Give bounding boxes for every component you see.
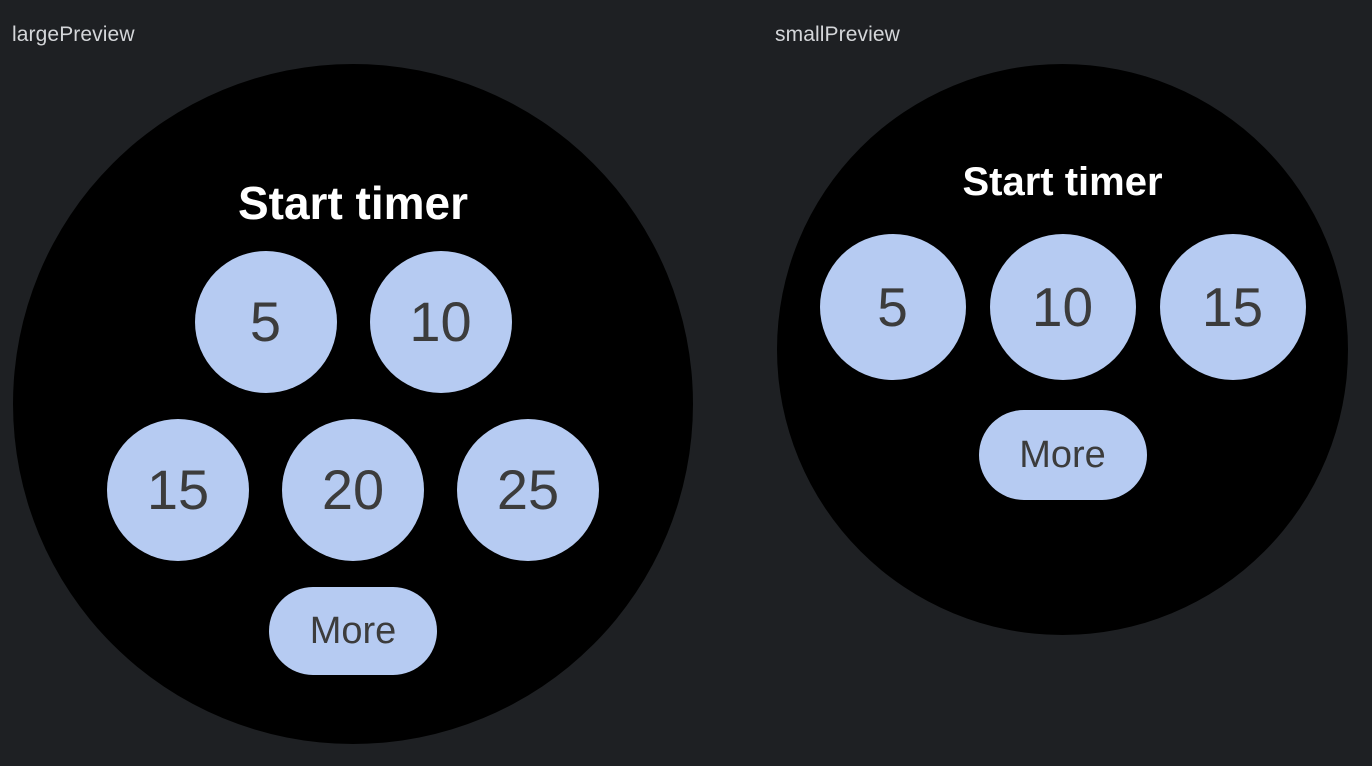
small-timer-button-10[interactable]: 10 xyxy=(989,234,1136,380)
large-timer-button-20[interactable]: 20 xyxy=(282,419,424,561)
small-preview-title: Start timer xyxy=(962,160,1163,204)
large-preview-more-row: More xyxy=(269,587,437,675)
small-timer-button-15[interactable]: 15 xyxy=(1159,234,1306,380)
small-preview-more-row: More xyxy=(978,410,1147,500)
small-preview-label: smallPreview xyxy=(775,23,900,46)
large-preview-title: Start timer xyxy=(237,177,469,229)
small-more-button[interactable]: More xyxy=(978,410,1147,500)
large-preview-button-row-1: 5 10 xyxy=(194,251,512,393)
small-preview-watch-face: Start timer 5 10 15 More xyxy=(777,64,1348,635)
small-timer-button-5[interactable]: 5 xyxy=(819,234,966,380)
large-preview-label: largePreview xyxy=(12,23,135,46)
large-timer-button-15[interactable]: 15 xyxy=(107,419,249,561)
small-preview-button-grid: 5 10 15 More xyxy=(777,234,1348,500)
large-preview-watch-face: Start timer 5 10 15 20 25 More xyxy=(13,64,693,744)
large-timer-button-5[interactable]: 5 xyxy=(194,251,337,393)
large-preview-button-row-2: 15 20 25 xyxy=(107,419,599,561)
large-timer-button-25[interactable]: 25 xyxy=(457,419,599,561)
large-more-button[interactable]: More xyxy=(269,587,437,675)
small-preview-button-row-1: 5 10 15 xyxy=(819,234,1306,380)
large-preview-button-grid: 5 10 15 20 25 More xyxy=(13,251,693,675)
large-timer-button-10[interactable]: 10 xyxy=(369,251,512,393)
